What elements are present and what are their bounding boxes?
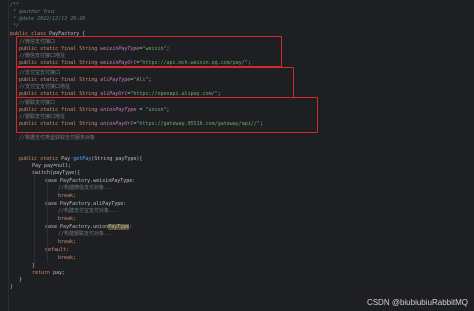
- javadoc-date: * @date 2022/12/13 20:28: [10, 16, 85, 23]
- case-union-expr: case PayFactory.unionPayType: [45, 224, 130, 230]
- method-name: getPay: [73, 156, 92, 162]
- factory-comment: //根据支付类型获取支付服务对象: [19, 135, 96, 141]
- case-weixin: case PayFactory.weixinPayType:: [45, 178, 136, 184]
- editor-gutter: [0, 0, 9, 311]
- javadoc-author: * @author Ynui: [10, 9, 55, 16]
- break-statement: break;: [58, 255, 77, 261]
- date-value: 2022/12/13 20:28: [34, 16, 86, 22]
- case-ali-comment: //构建支付宝支付对象...: [58, 208, 119, 214]
- break-statement: break;: [58, 239, 77, 245]
- javadoc-open: /**: [10, 2, 20, 8]
- switch-close: }: [32, 263, 36, 269]
- annotation-box-weixin: [16, 36, 282, 67]
- case-weixin-comment: //构建微信支付对象...: [58, 185, 114, 191]
- code-editor[interactable]: /** * @author Ynui * @date 2022/12/13 20…: [10, 0, 474, 311]
- method-signature: public static Pay getPay(String payType)…: [10, 156, 142, 163]
- return-variable: pay: [53, 270, 63, 276]
- annotation-box-union: [16, 97, 318, 133]
- method-modifiers: public static: [19, 156, 62, 162]
- method-params: (String payType){: [91, 156, 143, 162]
- date-tag: * @date: [10, 16, 35, 22]
- switch-statement: switch(payType){: [32, 170, 81, 176]
- author-tag: * @author: [10, 9, 41, 15]
- case-union: case PayFactory.unionPayType:: [10, 224, 132, 231]
- author-value: Ynui: [40, 9, 56, 15]
- default-label: default:: [45, 247, 70, 253]
- var-declaration: Pay pay=null;: [32, 163, 72, 169]
- class-close: }: [10, 284, 14, 290]
- method-return-type: Pay: [61, 156, 74, 162]
- case-union-comment: //构建银联支付对象...: [58, 231, 114, 237]
- watermark: CSDN @biubiubiuRabbitMQ: [366, 298, 468, 307]
- break-statement: break;: [58, 216, 77, 222]
- annotation-box-ali: [16, 67, 294, 98]
- javadoc-close: */: [10, 23, 20, 29]
- return-end: ;: [62, 270, 66, 276]
- break-statement: break;: [58, 193, 77, 199]
- return-keyword: return: [32, 270, 54, 276]
- indent-guide: [34, 170, 35, 264]
- selection-highlight: PayType: [108, 224, 130, 230]
- case-union-colon: :: [129, 224, 133, 230]
- return-statement: return pay;: [10, 270, 65, 277]
- method-close: }: [19, 277, 23, 283]
- indent-guide: [47, 178, 48, 262]
- case-ali: case PayFactory.aliPayType:: [45, 201, 127, 207]
